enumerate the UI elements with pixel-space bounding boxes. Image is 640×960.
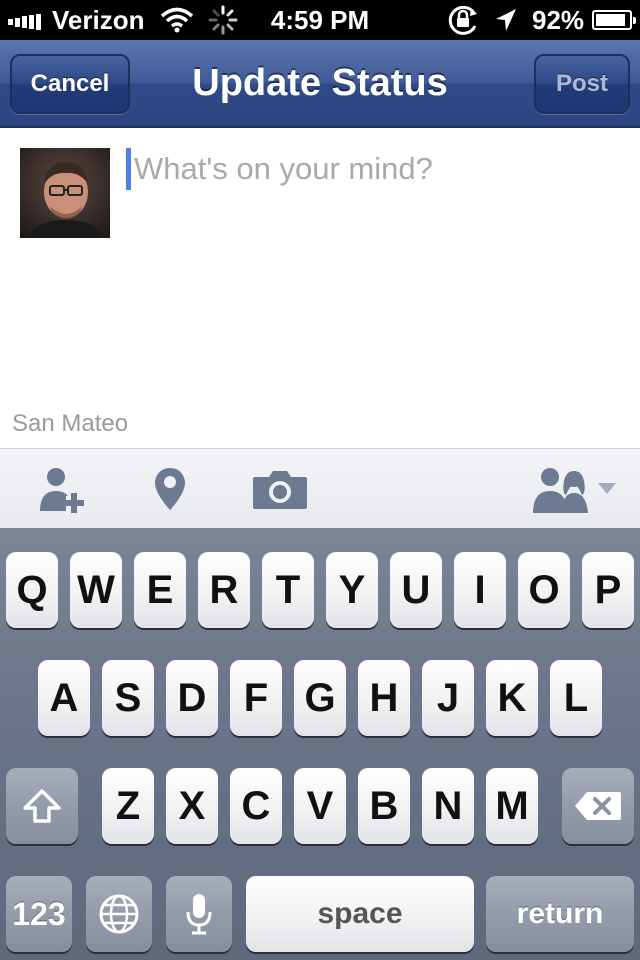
key-s[interactable]: S [102, 660, 154, 736]
key-k[interactable]: K [486, 660, 538, 736]
orientation-lock-icon [446, 0, 480, 40]
text-caret [126, 148, 131, 190]
key-o[interactable]: O [518, 552, 570, 628]
key-w[interactable]: W [70, 552, 122, 628]
key-v[interactable]: V [294, 768, 346, 844]
location-arrow-icon [494, 0, 518, 40]
key-h[interactable]: H [358, 660, 410, 736]
key-a[interactable]: A [38, 660, 90, 736]
key-r[interactable]: R [198, 552, 250, 628]
composer-toolbar [0, 448, 640, 530]
space-key[interactable]: space [246, 876, 474, 952]
avatar [20, 148, 110, 238]
location-label[interactable]: San Mateo [12, 410, 128, 438]
key-f[interactable]: F [230, 660, 282, 736]
key-z[interactable]: Z [102, 768, 154, 844]
status-input[interactable] [134, 146, 614, 192]
key-g[interactable]: G [294, 660, 346, 736]
backspace-icon [575, 792, 621, 820]
status-composer: San Mateo [0, 128, 640, 448]
tag-friends-icon[interactable] [36, 463, 88, 515]
cancel-button[interactable]: Cancel [10, 54, 130, 114]
battery-icon [592, 0, 636, 40]
key-l[interactable]: L [550, 660, 602, 736]
camera-icon[interactable] [250, 463, 310, 515]
shift-key[interactable] [6, 768, 78, 844]
numbers-key[interactable]: 123 [6, 876, 72, 952]
key-m[interactable]: M [486, 768, 538, 844]
key-u[interactable]: U [390, 552, 442, 628]
key-x[interactable]: X [166, 768, 218, 844]
key-p[interactable]: P [582, 552, 634, 628]
key-b[interactable]: B [358, 768, 410, 844]
dictation-key[interactable] [166, 876, 232, 952]
key-y[interactable]: Y [326, 552, 378, 628]
shift-arrow-icon [23, 789, 61, 823]
key-t[interactable]: T [262, 552, 314, 628]
return-key[interactable]: return [486, 876, 634, 952]
audience-icon[interactable] [530, 463, 622, 515]
post-button[interactable]: Post [534, 54, 630, 114]
location-pin-icon[interactable] [150, 463, 190, 515]
key-e[interactable]: E [134, 552, 186, 628]
key-d[interactable]: D [166, 660, 218, 736]
globe-key[interactable] [86, 876, 152, 952]
navigation-bar: Update Status Cancel Post [0, 40, 640, 128]
key-n[interactable]: N [422, 768, 474, 844]
onscreen-keyboard: Q W E R T Y U I O P A S D F G H J K L Z … [0, 530, 640, 960]
key-q[interactable]: Q [6, 552, 58, 628]
key-i[interactable]: I [454, 552, 506, 628]
microphone-icon [186, 894, 212, 935]
backspace-key[interactable] [562, 768, 634, 844]
key-j[interactable]: J [422, 660, 474, 736]
globe-icon [99, 894, 139, 934]
battery-percent: 92% [532, 4, 585, 35]
key-c[interactable]: C [230, 768, 282, 844]
status-bar: Verizon 4:59 PM 92% [0, 0, 640, 40]
